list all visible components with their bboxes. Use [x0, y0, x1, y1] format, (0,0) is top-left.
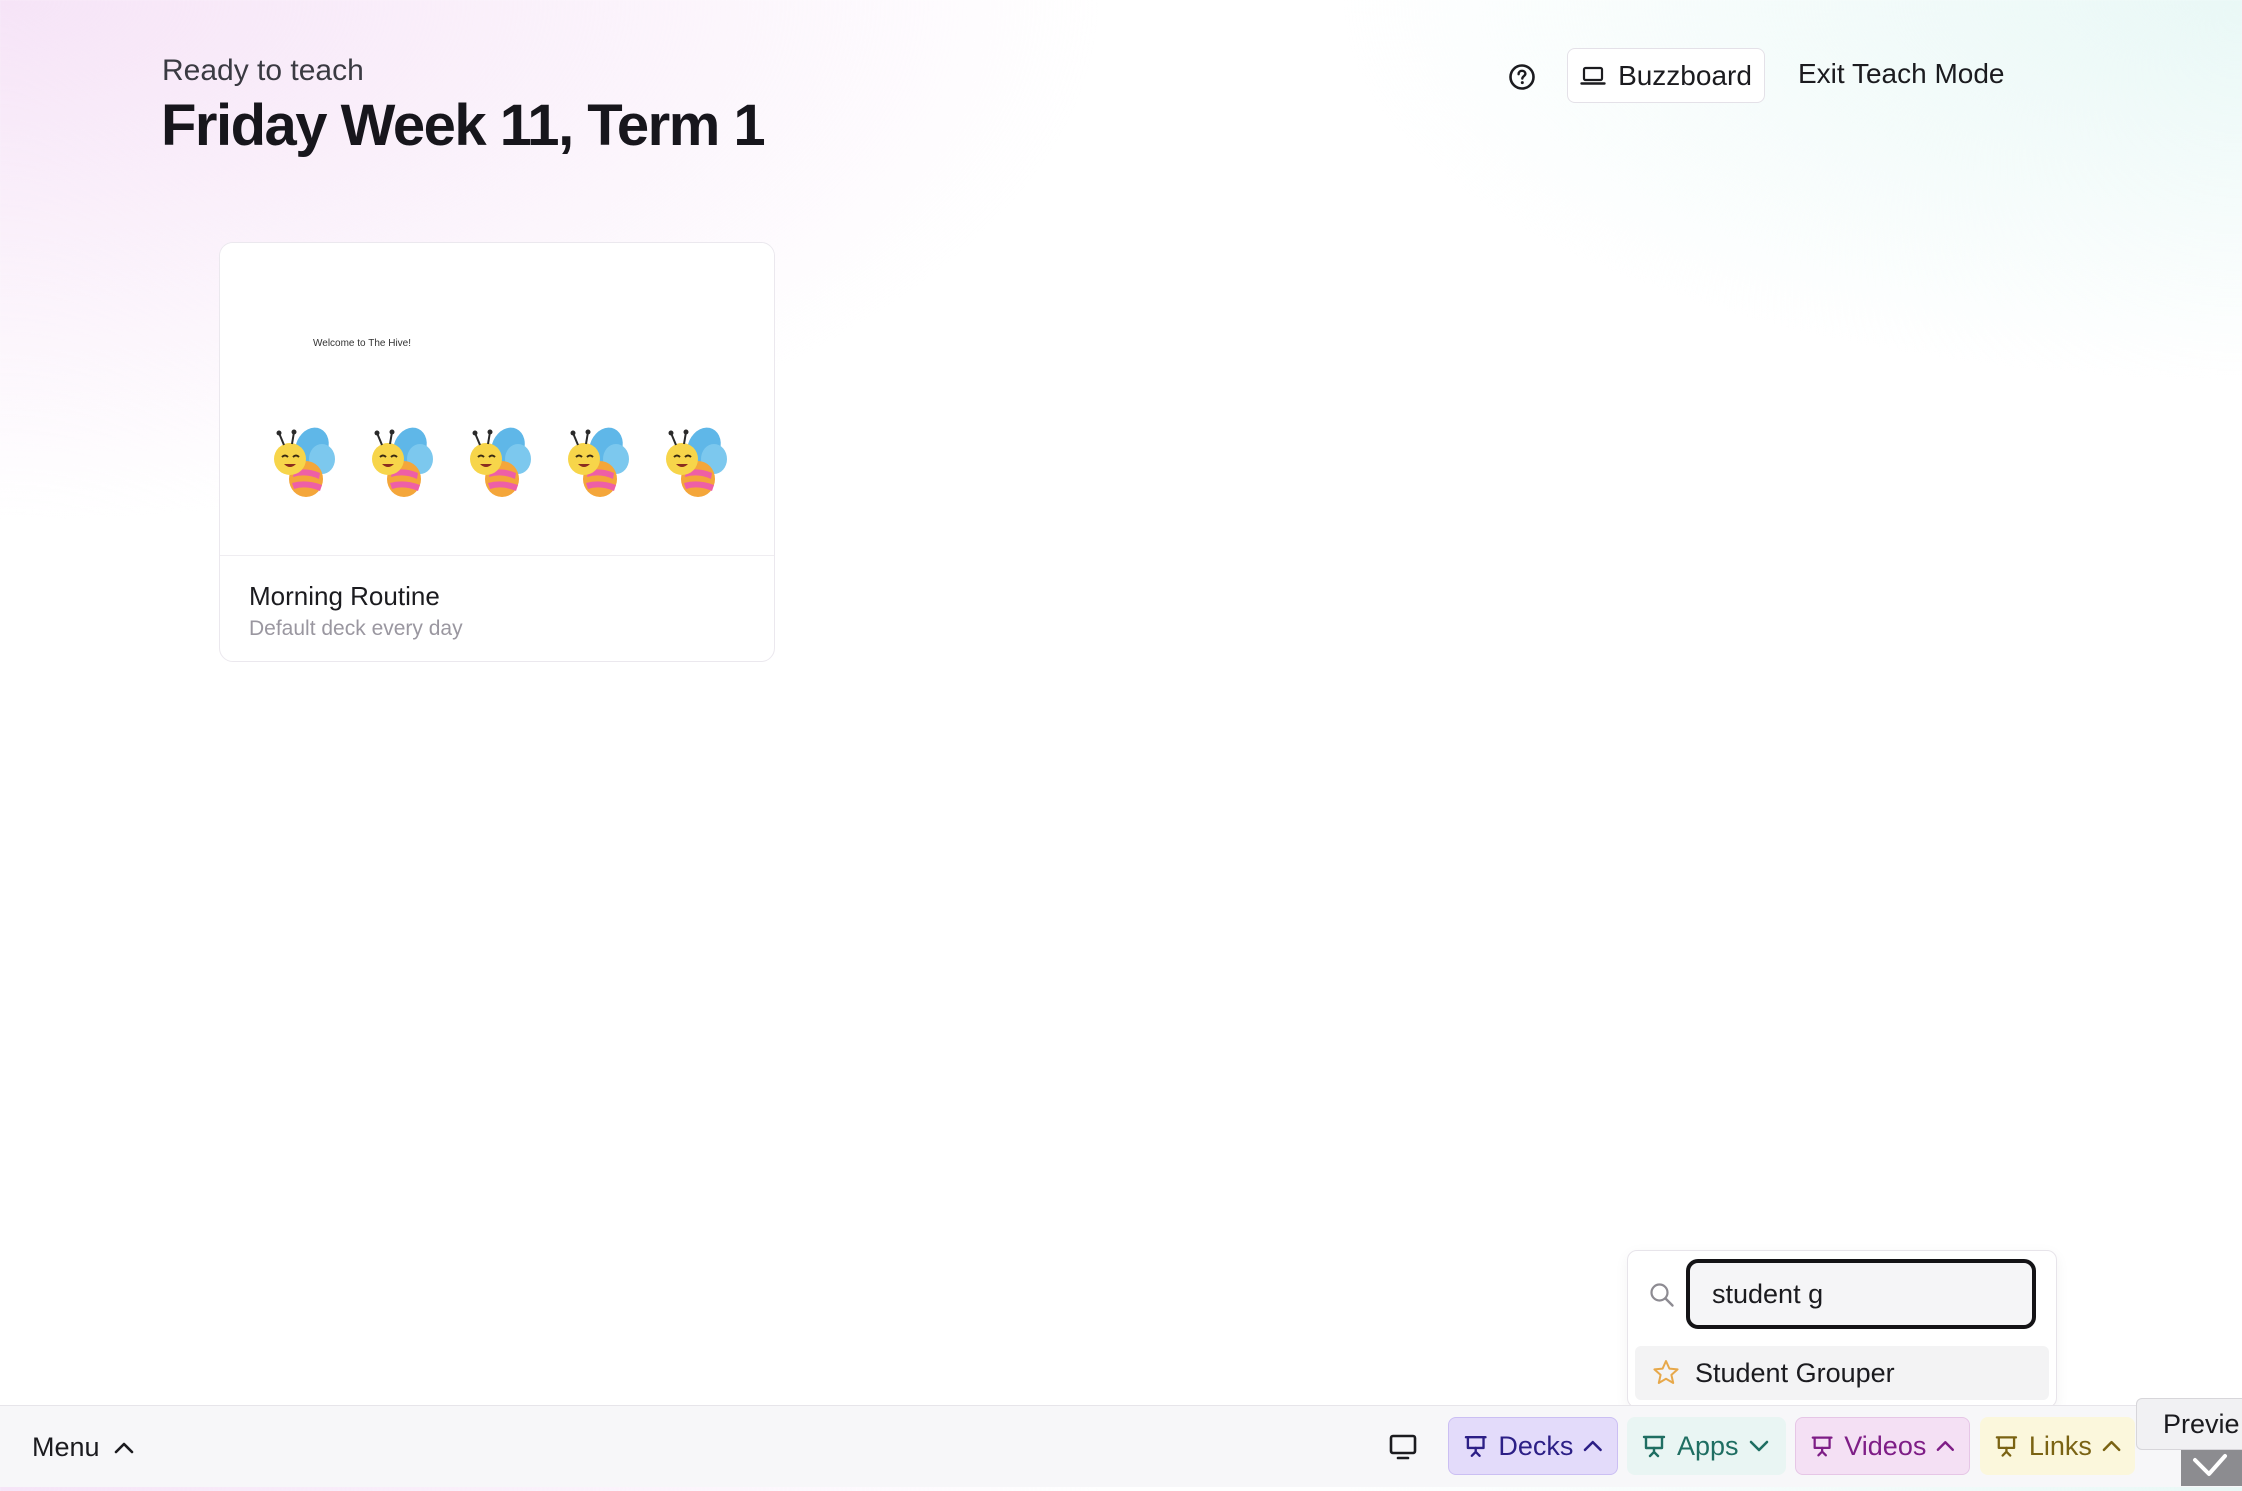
laptop-icon [1580, 66, 1606, 85]
buzzboard-button[interactable]: Buzzboard [1567, 48, 1765, 103]
menu-button[interactable]: Menu [32, 1432, 134, 1463]
help-button[interactable] [1505, 60, 1539, 94]
presentation-icon [1811, 1436, 1833, 1457]
tab-videos[interactable]: Videos [1795, 1417, 1970, 1475]
tab-videos-label: Videos [1844, 1430, 1927, 1461]
thumbnail-text: Welcome to The Hive! [313, 338, 412, 349]
chevron-down-icon [1749, 1440, 1768, 1452]
chevron-up-icon [2102, 1440, 2121, 1452]
monitor-icon [1389, 1434, 1417, 1460]
presentation-icon [1464, 1436, 1487, 1457]
presentation-icon [1995, 1436, 2018, 1457]
deck-card[interactable]: Welcome to The Hive! Morning Routine Def… [219, 242, 775, 662]
chevron-up-icon [1584, 1440, 1603, 1452]
header-eyebrow: Ready to teach [162, 54, 364, 87]
search-result-item[interactable]: Student Grouper [1635, 1346, 2049, 1400]
bottom-toolbar: Menu Decks Apps Videos Links [0, 1405, 2242, 1487]
bee-icon [372, 427, 433, 497]
search-popover: Student Grouper [1627, 1250, 2057, 1408]
corner-fold [2181, 1450, 2242, 1486]
search-input[interactable] [1686, 1259, 2036, 1329]
tab-links-label: Links [2028, 1430, 2092, 1461]
chevron-up-icon [114, 1442, 133, 1453]
tab-links[interactable]: Links [1980, 1417, 2135, 1475]
help-circle-icon [1509, 64, 1535, 90]
screen-share-button[interactable] [1388, 1433, 1418, 1466]
tab-apps-label: Apps [1677, 1430, 1739, 1461]
tab-decks[interactable]: Decks [1448, 1417, 1618, 1475]
search-result-label: Student Grouper [1695, 1357, 1895, 1388]
bee-icon [568, 427, 629, 497]
preview-tooltip[interactable]: Previe [2136, 1398, 2242, 1450]
check-icon [2193, 1454, 2227, 1476]
chevron-up-icon [1936, 1441, 1955, 1451]
bee-icon [666, 427, 727, 497]
tab-apps[interactable]: Apps [1627, 1417, 1786, 1475]
star-icon [1653, 1360, 1679, 1384]
bee-row [264, 421, 732, 501]
search-icon [1650, 1283, 1674, 1307]
buzzboard-label: Buzzboard [1618, 59, 1752, 91]
presentation-icon [1642, 1435, 1666, 1458]
bee-icon [274, 427, 335, 497]
exit-teach-mode-button[interactable]: Exit Teach Mode [1798, 58, 2005, 90]
bee-icon [470, 427, 531, 497]
page-title: Friday Week 11, Term 1 [161, 93, 766, 158]
deck-subtitle: Default deck every day [249, 617, 463, 640]
menu-label: Menu [32, 1432, 100, 1462]
tab-decks-label: Decks [1498, 1430, 1574, 1461]
deck-thumbnail: Welcome to The Hive! [220, 243, 774, 556]
deck-title: Morning Routine [249, 581, 440, 611]
